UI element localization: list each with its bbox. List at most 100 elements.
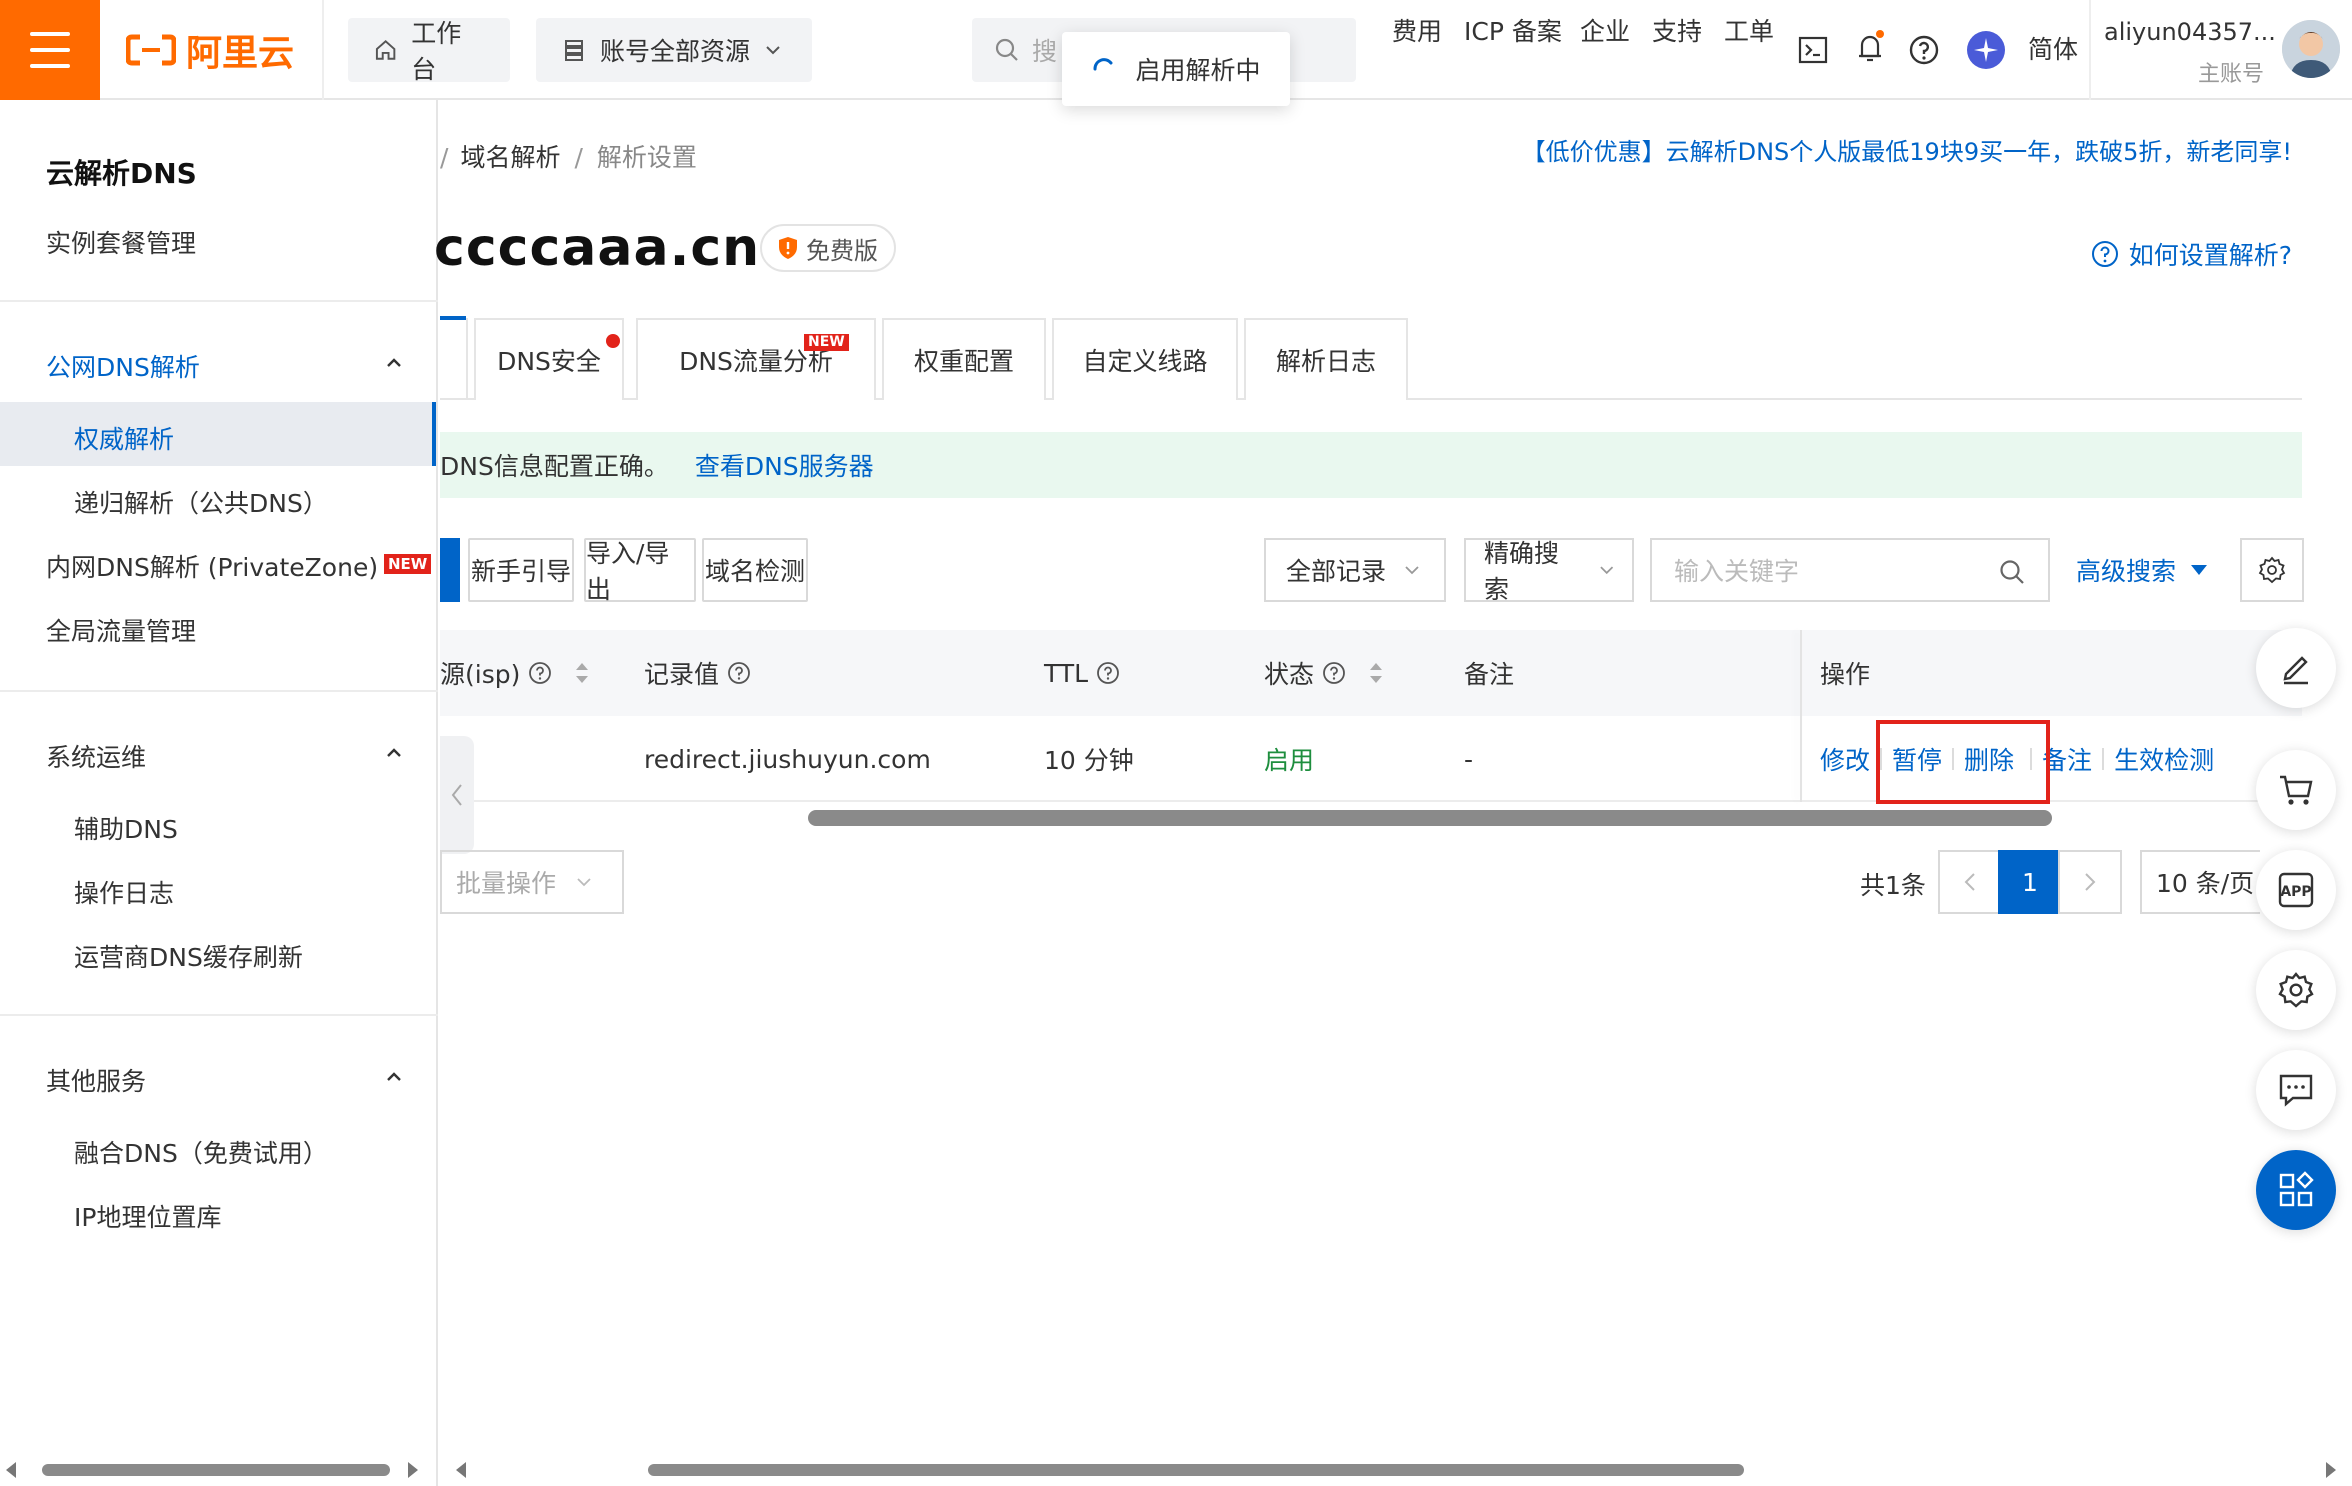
ai-assistant-icon[interactable] [1966,30,2006,70]
table-horizontal-scrollbar[interactable] [808,810,2052,826]
tab-resolve-log-label: 解析日志 [1275,347,1376,376]
question-circle-icon[interactable] [1096,661,1120,685]
sidebar-item-fusion-dns[interactable]: 融合DNS（免费试用） [74,1134,328,1170]
highlight-annotation [1876,720,2050,804]
batch-operation-select[interactable]: 批量操作 [440,850,624,914]
column-status[interactable]: 状态 [1264,630,1386,716]
nav-billing[interactable]: 费用 [1392,12,1442,48]
chevron-up-icon[interactable] [383,352,405,374]
sidebar-title: 云解析DNS [46,157,197,190]
user-name[interactable]: aliyun04357... [2104,18,2276,46]
sidebar-item-recursive[interactable]: 递归解析（公共DNS） [74,484,328,520]
guide-button[interactable]: 新手引导 [468,538,574,602]
tab-resolve-log[interactable]: 解析日志 [1244,318,1408,400]
nav-enterprise[interactable]: 企业 [1580,12,1630,48]
chevron-up-icon[interactable] [383,742,405,764]
apps-grid-button[interactable] [2256,1150,2336,1230]
tab-bar: DNS安全 DNS流量分析 NEW 权重配置 自定义线路 解析日志 [440,316,2302,400]
settings-button[interactable] [2256,950,2336,1030]
breadcrumb-current: 解析设置 [596,143,697,172]
view-dns-servers-link[interactable]: 查看DNS服务器 [695,447,874,483]
chevron-up-icon[interactable] [383,1066,405,1088]
search-mode-select[interactable]: 精确搜索 [1464,538,1634,604]
tab-weight-config-label: 权重配置 [913,347,1014,376]
effect-check-link[interactable]: 生效检测 [2114,741,2214,777]
sidebar-group-public-dns[interactable]: 公网DNS解析 [46,348,200,384]
add-record-button[interactable] [440,538,460,602]
sidebar-horizontal-scrollbar[interactable] [0,1454,438,1486]
collapse-sidebar-button[interactable] [440,736,474,854]
chevron-left-icon [451,784,462,806]
bell-icon[interactable] [1854,30,1886,66]
nav-icp[interactable]: ICP 备案 [1464,12,1562,48]
keyword-search-input[interactable]: 输入关键字 [1650,538,2050,602]
nav-support[interactable]: 支持 [1652,12,1702,48]
question-circle-icon[interactable] [1322,661,1346,685]
chevron-down-icon [1405,566,1419,575]
main-horizontal-scrollbar[interactable] [440,1454,2352,1486]
chevron-down-icon [577,878,591,887]
terminal-icon[interactable] [1798,36,1828,64]
aliyun-logo-icon [126,34,176,66]
table-settings-button[interactable] [2240,538,2304,602]
page-size-select[interactable]: 10 条/页 [2140,850,2260,914]
import-export-button[interactable]: 导入/导出 [584,538,696,604]
new-badge: NEW [384,554,432,574]
plan-badge[interactable]: 免费版 [760,224,896,272]
help-icon[interactable] [1908,34,1940,66]
sidebar-item-global-traffic[interactable]: 全局流量管理 [46,612,196,648]
search-mode-value: 精确搜索 [1484,539,1560,604]
question-circle-icon[interactable] [528,661,552,685]
chevron-down-icon [766,46,780,55]
remark-cell: - [1464,744,1474,774]
page-button-1[interactable]: 1 [1998,850,2062,914]
language-switch[interactable]: 简体 [2028,30,2078,66]
tab-dns-security[interactable]: DNS安全 [474,318,624,400]
app-icon: APP [2278,872,2314,908]
advanced-search-toggle[interactable]: 高级搜索 [2076,552,2208,588]
aliyun-logo[interactable]: 阿里云 [126,28,294,74]
sidebar-item-instance[interactable]: 实例套餐管理 [46,224,196,260]
app-download-button[interactable]: APP [2256,850,2336,930]
sidebar-group-other[interactable]: 其他服务 [46,1062,146,1098]
domain-check-button[interactable]: 域名检测 [702,538,808,602]
workbench-button[interactable]: 工作台 [348,18,510,84]
chat-button[interactable] [2256,1050,2336,1130]
sort-icon[interactable] [1366,658,1386,688]
cart-button[interactable] [2256,750,2336,830]
menu-button[interactable] [0,0,100,100]
promo-banner-link[interactable]: 【低价优惠】云解析DNS个人版最低19块9买一年，跌破5折，新老同享! [1522,132,2292,167]
logo-text: 阿里云 [186,33,295,74]
sidebar-item-op-log[interactable]: 操作日志 [74,874,174,910]
avatar-icon [2282,20,2340,78]
prev-page-button[interactable] [1938,850,2002,914]
nav-ticket[interactable]: 工单 [1724,12,1774,48]
sidebar-item-authority[interactable]: 权威解析 [74,420,174,456]
tab-weight-config[interactable]: 权重配置 [882,318,1046,400]
loading-spinner-icon [1093,58,1113,71]
column-isp[interactable]: 源(isp) [440,630,592,716]
sidebar-item-aux-dns[interactable]: 辅助DNS [74,810,178,846]
avatar[interactable] [2282,20,2340,78]
sidebar-group-sys-ops[interactable]: 系统运维 [46,738,146,774]
how-to-configure-link[interactable]: 如何设置解析? [2091,236,2292,272]
sidebar-item-ip-geo[interactable]: IP地理位置库 [74,1198,221,1234]
page-title: ccccaaa.cn [434,218,761,278]
search-icon[interactable] [1998,558,2026,586]
question-circle-icon[interactable] [727,661,751,685]
gear-icon [2258,556,2286,584]
sidebar-item-cache-refresh[interactable]: 运营商DNS缓存刷新 [74,938,303,974]
column-isp-label: 源(isp) [440,660,521,689]
edit-record-link[interactable]: 修改 [1820,741,1870,777]
feedback-edit-button[interactable] [2256,628,2336,708]
tab-custom-line[interactable]: 自定义线路 [1052,318,1238,400]
next-page-button[interactable] [2058,850,2122,914]
column-ttl: TTL [1044,630,1120,716]
resources-dropdown[interactable]: 账号全部资源 [536,18,812,82]
sidebar-item-private-zone[interactable]: 内网DNS解析 (PrivateZone) [46,548,378,584]
loading-toast: 启用解析中 [1062,32,1290,106]
tab-dns-traffic[interactable]: DNS流量分析 [636,318,876,400]
sort-icon[interactable] [572,658,592,688]
breadcrumb-domain-resolution[interactable]: 域名解析 [460,143,560,172]
record-filter-select[interactable]: 全部记录 [1264,538,1446,602]
